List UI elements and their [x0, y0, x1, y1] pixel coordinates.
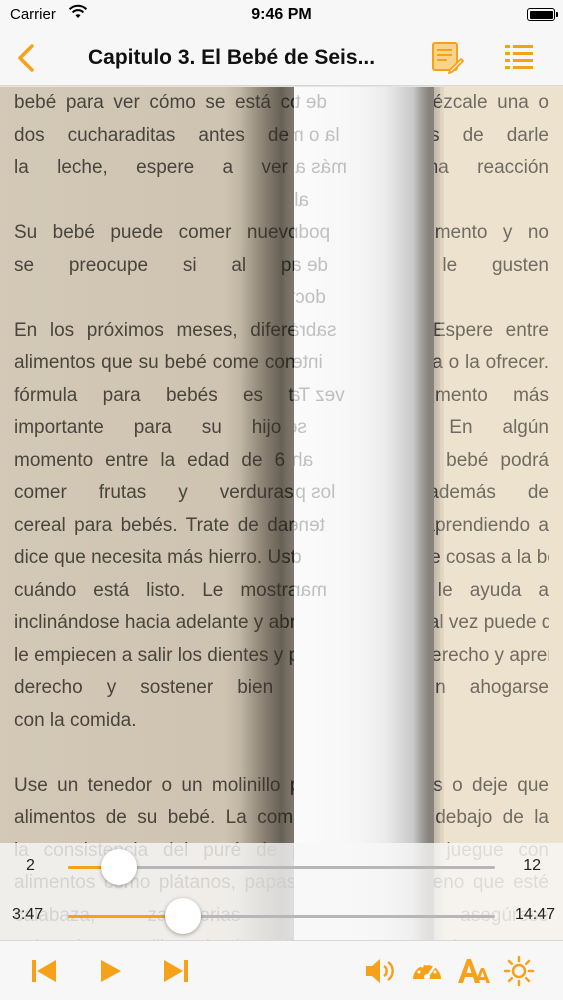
speedometer-icon — [413, 962, 441, 980]
page-text: bebé para ver cómo se está comportando. … — [14, 87, 549, 940]
chapter-title: Capitulo 3. El Bebé de Seis... — [88, 46, 376, 69]
text-line: podrá bebé — [294, 222, 331, 243]
navigation-bar: Capitulo 3. El Bebé de Seis... — [0, 30, 563, 86]
text-line: ahogarse — [294, 449, 314, 471]
text-line: dos cucharaditas antes de comer. Antes d… — [14, 124, 549, 146]
play-icon — [101, 960, 121, 982]
audio-current-time: 3:47 — [12, 906, 44, 923]
book-page-view[interactable]: bebé para ver cómo se está comportando. … — [0, 87, 563, 940]
text-line: se preocupe si al principio no le gusten — [14, 254, 549, 276]
progress-panel: 2 12 3:47 14:47 — [0, 843, 563, 940]
text-line: cuándo está listo. Le mostrará interesad… — [14, 579, 549, 601]
text-line: doctor el si — [294, 287, 326, 308]
text-line: sentarse — [294, 417, 307, 438]
text-line: inclinándose hacia adelante y abriendo l… — [14, 612, 549, 633]
page-slider-max-label: 12 — [523, 857, 541, 874]
text-line: Su bebé puede comer nuevos tipos de alim… — [14, 222, 549, 243]
text-line: le empiecen a salir los dientes y podrá … — [14, 644, 549, 666]
text-line: de además — [294, 254, 329, 276]
page-curl[interactable]: de tipos de la o materna más alimento algún… — [294, 87, 434, 940]
back-button[interactable] — [12, 42, 42, 74]
text-line: importante para su hijo que tiene. En al… — [14, 417, 549, 438]
text-line: la leche, espere a ver si hay una reacci… — [14, 157, 549, 178]
volume-button[interactable] — [363, 955, 395, 987]
text-line: dice que necesita más hierro. Usted sabr… — [14, 547, 549, 568]
text-line: sabrá Usted — [294, 319, 337, 341]
brightness-button[interactable] — [502, 955, 535, 987]
volume-icon — [366, 959, 394, 983]
text-line: momento entre la edad de 6 y 8 meses, su… — [14, 449, 549, 471]
skip-back-icon — [32, 960, 56, 982]
chevron-left-icon — [18, 44, 34, 72]
text-line: vez Tal boca. — [294, 384, 345, 406]
font-size-button[interactable] — [456, 955, 490, 987]
text-line: Use un tenedor o un molinillo para prepa… — [14, 774, 549, 796]
table-of-contents-button[interactable] — [502, 40, 536, 74]
skip-forward-icon — [164, 960, 188, 982]
text-line: En los próximos meses, diferentes tipos … — [14, 319, 549, 341]
text-line: derecho y sostener bien la cabeza sin ah… — [14, 677, 549, 698]
text-line: alimentos que su bebé come con la leche … — [14, 352, 549, 373]
text-line: los preparar — [294, 482, 336, 503]
play-button[interactable] — [94, 955, 126, 987]
text-line: fórmula para bebés es todavía el aliment… — [14, 384, 549, 406]
notes-button[interactable] — [430, 40, 465, 75]
next-button[interactable] — [160, 955, 192, 987]
audio-total-time: 14:47 — [514, 906, 555, 923]
page-slider-min-label: 2 — [26, 857, 35, 874]
text-line: darle va — [294, 542, 434, 575]
text-line: de tipos de — [294, 92, 327, 113]
carrier-label: Carrier — [10, 6, 56, 23]
page-slider[interactable]: 2 12 — [0, 847, 563, 887]
list-icon — [505, 45, 533, 69]
font-size-icon — [458, 959, 490, 983]
audio-slider[interactable]: 3:47 14:47 — [0, 896, 563, 936]
page-slider-thumb[interactable] — [101, 849, 138, 885]
previous-button[interactable] — [28, 955, 60, 987]
text-line: manzanas, — [294, 579, 327, 601]
text-line: alimentos de su bebé. La comida debe ten… — [14, 807, 549, 828]
page-curl-backside-text: de tipos de la o materna más alimento algún… — [294, 87, 434, 607]
playback-speed-button[interactable] — [410, 955, 442, 987]
brightness-icon — [503, 955, 535, 987]
text-line: tener debe — [294, 514, 325, 536]
text-line: con la comida. — [14, 709, 137, 731]
wifi-icon — [68, 4, 88, 24]
text-line: bebé para ver cómo se está comportando. … — [14, 92, 549, 113]
text-line: comer frutas y verduras coladas, además … — [14, 482, 549, 503]
status-bar: Carrier 9:46 PM — [0, 0, 563, 30]
text-line: más alimento — [294, 157, 347, 178]
audio-slider-track[interactable] — [68, 915, 495, 918]
battery-icon — [527, 8, 558, 21]
note-edit-icon — [432, 42, 465, 75]
text-line: cereal para bebés. Trate de darle si el … — [14, 514, 549, 536]
text-line: algún En — [294, 189, 310, 211]
text-line: interesado — [294, 352, 323, 373]
player-toolbar — [0, 940, 563, 1000]
audio-slider-thumb[interactable] — [165, 898, 202, 934]
text-line: la o materna — [294, 124, 340, 146]
